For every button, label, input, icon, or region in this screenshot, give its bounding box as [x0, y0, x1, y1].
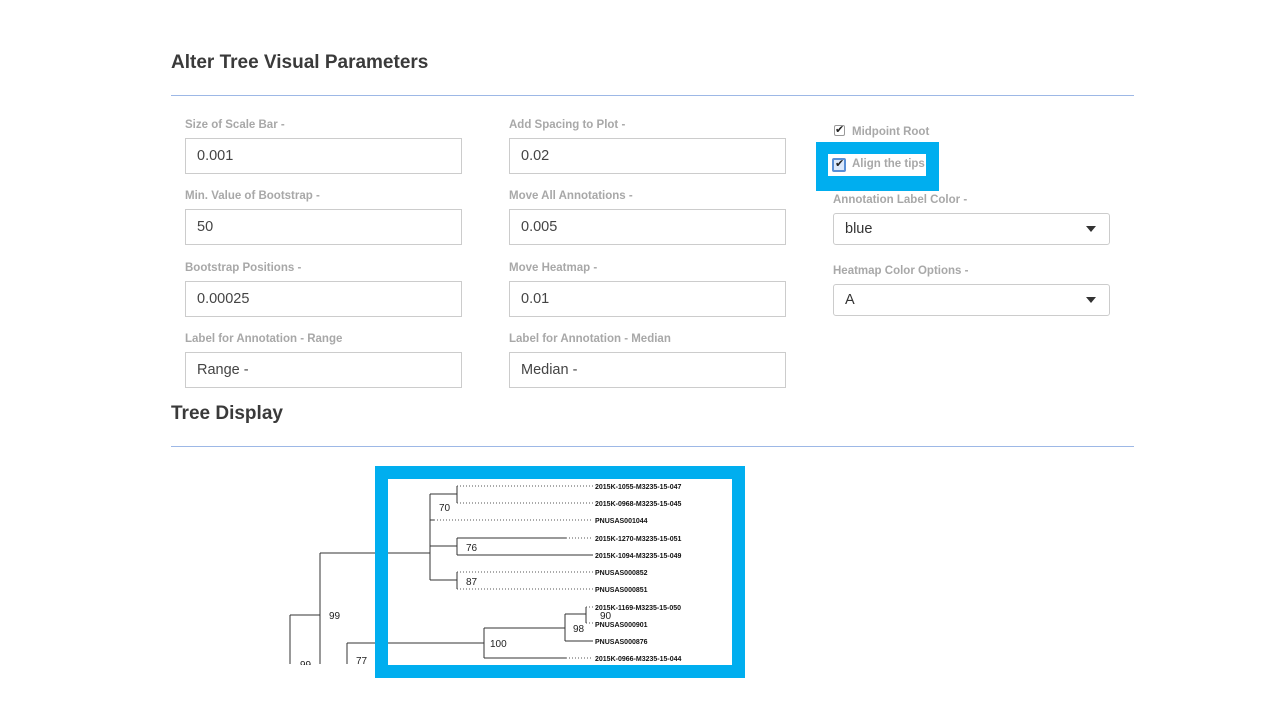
tree-clip-mask [0, 665, 375, 720]
bootstrap-label: 99 [329, 611, 341, 622]
tip-label: 2015K-1055-M3235-15-047 [595, 484, 681, 491]
tip-label: 2015K-1270-M3235-15-051 [595, 536, 681, 543]
bootstrap-label: 98 [573, 624, 585, 635]
tip-label: 2015K-1094-M3235-15-049 [595, 553, 681, 560]
tip-label: 2015K-0968-M3235-15-045 [595, 501, 681, 508]
tip-label: PNUSAS000852 [595, 570, 648, 577]
tip-label: PNUSAS000851 [595, 587, 648, 594]
tip-label: PNUSAS000901 [595, 622, 648, 629]
tip-label: PNUSAS001044 [595, 518, 648, 525]
tip-label: 2015K-0966-M3235-15-044 [595, 656, 681, 663]
bootstrap-label: 90 [600, 611, 612, 622]
bootstrap-label: 100 [490, 639, 507, 650]
bootstrap-label: 70 [439, 503, 451, 514]
bootstrap-label: 76 [466, 543, 478, 554]
tip-label: PNUSAS000876 [595, 639, 648, 646]
tree-plot-inner: 2015K-1055-M3235-15-047 2015K-0968-M3235… [388, 484, 681, 663]
bootstrap-label: 87 [466, 577, 478, 588]
